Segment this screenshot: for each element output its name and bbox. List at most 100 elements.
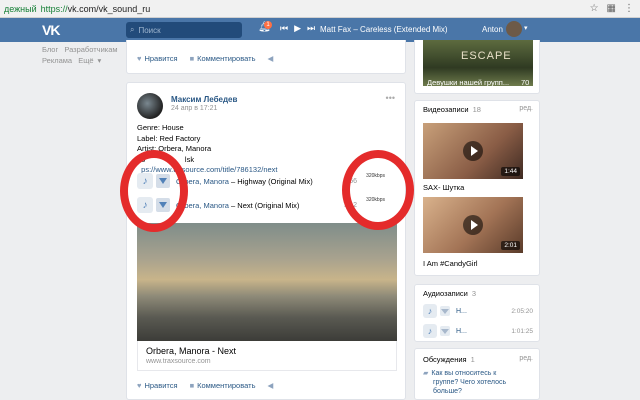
like-button[interactable]: ♥ Нравится (137, 54, 178, 63)
heart-icon: ♥ (137, 381, 142, 390)
comment-button[interactable]: ■ Комментировать (190, 54, 256, 63)
share-icon[interactable]: ◀ (267, 381, 273, 390)
track-name: – Next (Original Mix) (228, 200, 300, 210)
url-field[interactable]: https://vk.com/vk_sound_ru (41, 4, 151, 14)
discussion-topic[interactable]: ▰ Как вы относитесь к группе? Чего хотело… (423, 369, 535, 396)
share-icon[interactable]: ◀ (267, 54, 273, 63)
videos-heading[interactable]: Видеозаписи 18 ред. (423, 105, 533, 114)
url-path: vk.com/vk_sound_ru (67, 3, 151, 14)
music-note-icon[interactable]: ♪ (423, 304, 437, 318)
videos-count: 18 (472, 105, 481, 114)
search-input[interactable]: ⌕ Поиск (126, 22, 242, 38)
music-note-icon[interactable]: ♪ (423, 324, 437, 338)
post-line-label: Label: Red Factory (137, 133, 201, 143)
play-icon[interactable]: ▶ (294, 23, 301, 34)
track-title[interactable]: Orbera, Manora – Highway (Original Mix) (176, 177, 313, 186)
download-icon[interactable] (440, 306, 450, 316)
link-title[interactable]: Orbera, Manora - Next (146, 346, 388, 356)
playlist-count: 70 (521, 78, 530, 87)
heart-icon: ♥ (137, 54, 142, 63)
post-card: Максим Лебедев 24 апр в 17:21 ••• Genre:… (126, 82, 406, 400)
audio-title[interactable]: Н... (456, 328, 467, 335)
play-icon[interactable] (463, 215, 483, 235)
track-name: – Highway (Original Mix) (228, 176, 313, 186)
play-icon[interactable] (463, 141, 483, 161)
audios-count: 3 (471, 289, 477, 298)
now-playing-title[interactable]: Matt Fax – Careless (Extended Mix) (320, 25, 448, 34)
notification-badge: 1 (264, 21, 272, 29)
discussion-line: больше? (433, 388, 462, 395)
more-icon[interactable]: ••• (386, 93, 395, 103)
chevron-down-icon[interactable]: ▾ (524, 24, 528, 32)
comment-label: Комментировать (197, 381, 256, 390)
video-title[interactable]: I Am #CandyGirl (423, 259, 478, 268)
audios-heading[interactable]: Аудиозаписи 3 (423, 289, 533, 298)
video-title[interactable]: SAX- Шутка (423, 183, 464, 192)
link-ads[interactable]: Реклама (42, 56, 72, 65)
post-author[interactable]: Максим Лебедев (171, 95, 237, 104)
video-thumbnail[interactable]: 1:44 (423, 123, 523, 179)
audio-duration: 1:01:25 (511, 327, 533, 335)
videos-heading-label: Видеозаписи (423, 105, 469, 114)
playlist-overlay-text: ESCAPE (461, 50, 512, 62)
url-protocol: https:// (40, 3, 68, 14)
next-track-icon[interactable]: ⏭ (307, 23, 315, 34)
browser-actions: ☆ ▦ ⋮ (590, 3, 634, 14)
link-blog[interactable]: Блог (42, 45, 58, 54)
mini-player: ⏮ ▶ ⏭ (280, 23, 315, 34)
video-duration: 2:01 (501, 241, 520, 250)
comment-icon: ■ (189, 381, 195, 390)
post-line-genre: Genre: House (137, 123, 184, 132)
audio-title[interactable]: Н... (456, 308, 467, 315)
user-name[interactable]: Anton (482, 25, 503, 34)
comment-icon: ■ (189, 54, 195, 63)
comment-label: Комментировать (197, 54, 256, 63)
secure-label: дежный (4, 3, 37, 14)
video-thumbnail[interactable]: 2:01 (423, 197, 523, 253)
prev-track-icon[interactable]: ⏮ (280, 23, 288, 34)
playlist-caption[interactable]: Девушки нашей групп... (427, 78, 509, 87)
discussions-heading[interactable]: Обсуждения 1 ред. (423, 355, 533, 364)
link-preview-snippet[interactable]: Orbera, Manora - Next www.traxsource.com (137, 341, 397, 371)
bookmark-icon[interactable]: ☆ (590, 3, 599, 14)
comment-button[interactable]: ■ Комментировать (190, 381, 256, 390)
chat-bubble-icon: ▰ (423, 370, 429, 377)
link-domain-part: www.trax (146, 358, 175, 365)
site-header: VK ⌕ Поиск 🔔︎ 1 ⏮ ▶ ⏭ Matt Fax – Careles… (0, 18, 640, 42)
menu-icon[interactable]: ⋮ (624, 3, 634, 14)
chevron-down-icon[interactable]: ▾ (98, 56, 102, 65)
download-icon[interactable] (440, 326, 450, 336)
discussions-heading-label: Обсуждения (423, 355, 467, 364)
link-developers[interactable]: Разработчикам (64, 45, 117, 54)
link-more[interactable]: Ещё (78, 56, 93, 65)
edit-link[interactable]: ред. (519, 105, 533, 112)
audio-item[interactable]: ♪ Н... 1:01:25 (423, 323, 533, 339)
link-preview-image[interactable] (137, 223, 397, 341)
post-date[interactable]: 24 апр в 17:21 (171, 105, 217, 112)
avatar[interactable] (506, 21, 522, 37)
audio-item[interactable]: ♪ Н... 2:05:20 (423, 303, 533, 319)
link-domain: www.traxsource.com (146, 358, 388, 365)
avatar[interactable] (137, 93, 163, 119)
extension-icon[interactable]: ▦ (607, 3, 616, 14)
browser-address-bar[interactable]: дежный https://vk.com/vk_sound_ru ☆ ▦ ⋮ (0, 0, 640, 18)
vk-logo[interactable]: VK (42, 22, 60, 38)
link-domain-part: source.com (174, 358, 211, 365)
track-title[interactable]: Orbera, Manora – Next (Original Mix) (176, 201, 299, 210)
edit-link[interactable]: ред. (519, 355, 533, 362)
playlist-card: ESCAPE Девушки нашей групп... 70 (414, 40, 540, 94)
discussions-count: 1 (470, 355, 475, 364)
videos-card: Видеозаписи 18 ред. 1:44 SAX- Шутка 2:01 … (414, 100, 540, 276)
audios-card: Аудиозаписи 3 ♪ Н... 2:05:20 ♪ Н... 1:01:… (414, 284, 540, 342)
discussions-card: Обсуждения 1 ред. ▰ Как вы относитесь к гр… (414, 348, 540, 400)
audios-heading-label: Аудиозаписи (423, 289, 468, 298)
discussion-line: Как вы относитесь к (431, 370, 497, 377)
like-label: Нравится (144, 381, 178, 390)
video-duration: 1:44 (501, 167, 520, 176)
like-label: Нравится (144, 54, 178, 63)
like-button[interactable]: ♥ Нравится (137, 381, 178, 390)
search-icon: ⌕ (130, 25, 135, 34)
left-footer-links: Блог Разработчикам Реклама Ещё ▾ (42, 44, 122, 66)
previous-post-card: ♥ Нравится ■ Комментировать ◀ (126, 40, 406, 74)
highlight-ring-right (342, 150, 414, 230)
